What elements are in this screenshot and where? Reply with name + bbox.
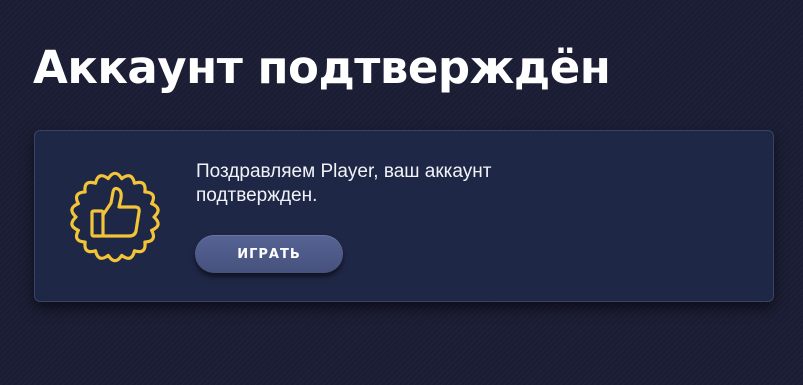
confirmation-card: Поздравляем Player, ваш аккаунт подтверж… xyxy=(34,130,774,302)
confirmation-message: Поздравляем Player, ваш аккаунт подтверж… xyxy=(196,161,492,206)
play-button[interactable]: ИГРАТЬ xyxy=(195,235,343,273)
thumbs-up-badge-icon xyxy=(63,165,167,269)
page-title: Аккаунт подтверждён xyxy=(33,41,611,94)
